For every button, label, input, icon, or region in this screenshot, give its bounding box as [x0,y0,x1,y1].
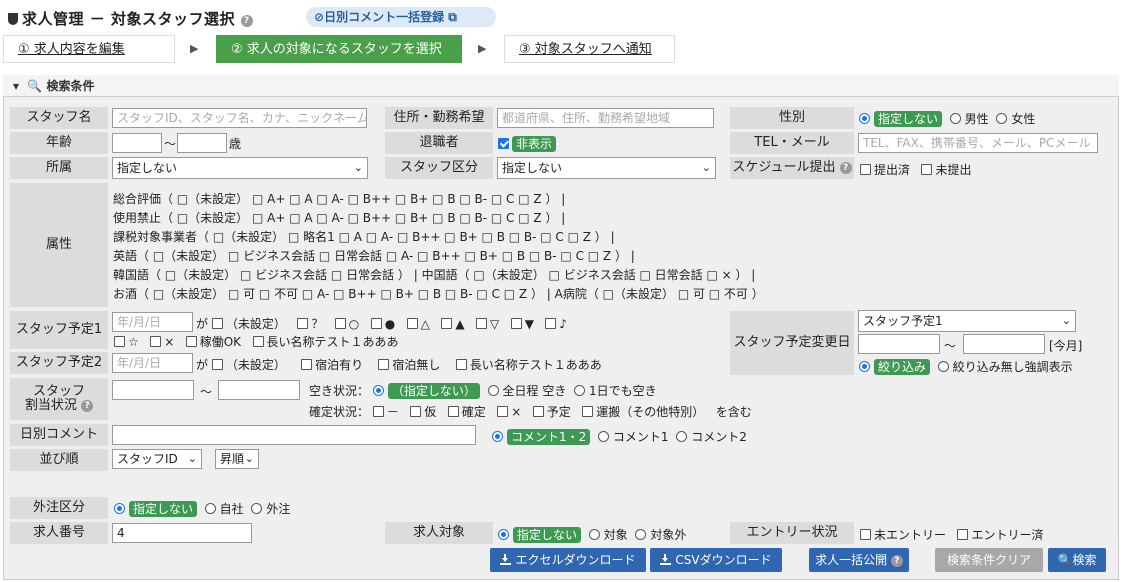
step-select-staff[interactable]: ② 求人の対象になるスタッフを選択 [216,35,462,63]
schedule-submitted-checkbox[interactable] [860,164,871,175]
help-icon: ? [890,555,903,567]
plan-change-select[interactable]: スタッフ予定1 ⌄ [858,310,1076,332]
vacancy-options: 空き状況： （指定しない） 全日程 空き 1日でも空き [309,383,657,399]
label-plan2: スタッフ予定2 [10,352,108,374]
this-month-link[interactable]: [今月] [1049,337,1082,354]
outsource-options: 指定しない 自社 外注 [114,500,290,517]
search-panel-header[interactable]: ▾ 🔍 検索条件 [3,75,1119,97]
job-no-input[interactable]: 4 [112,523,252,543]
tilde: 〜 [164,137,177,151]
comment-options: コメント1・2 コメント1 コメント2 [492,428,747,445]
chevron-down-icon: ⌄ [187,452,197,465]
chevron-down-icon: ⌄ [244,452,254,465]
download-icon [660,554,672,565]
gender-options: 指定しない 男性 女性 [859,110,1035,127]
label-affiliation: 所属 [10,157,108,179]
bulk-publish-button[interactable]: 求人一括公開 ? [809,548,909,572]
label-sort: 並び順 [10,449,108,471]
highlight-radio[interactable] [937,361,949,372]
step-arrow-icon: ▶ [478,42,487,55]
page-title: 求人管理 － 対象スタッフ選択 ? [8,8,253,29]
retired-checkbox[interactable]: 非表示 [498,135,557,152]
schedule-unsubmitted-checkbox[interactable] [921,164,933,175]
label-plan1: スタッフ予定1 [10,311,108,349]
address-input[interactable]: 都道府県、住所、勤務希望地域 [497,108,714,128]
check-icon [498,138,509,149]
help-icon[interactable]: ? [240,15,253,27]
sort-order-select[interactable]: 昇順 ⌄ [215,449,259,469]
attribute-checklist[interactable]: 総合評価（ □（未設定） □ A+ □ A □ A- □ B++ □ B+ □ … [113,190,764,304]
gender-any-radio[interactable] [859,113,870,124]
clear-conditions-button[interactable]: 検索条件クリア [935,548,1043,572]
plan1-date-input[interactable]: 年/月/日 [112,312,193,332]
gender-male-radio[interactable] [949,113,961,124]
plan2-date-input[interactable]: 年/月/日 [112,353,193,373]
affiliation-select[interactable]: 指定しない ⌄ [112,157,368,179]
job-target-options: 指定しない 対象 対象外 [498,526,686,543]
attr-row: 課税対象事業者（ □（未設定） □ 略名1 □ A □ A- □ B++ □ B… [113,230,615,244]
step-arrow-icon: ▶ [190,42,199,55]
plan2-options[interactable]: が （未設定） 宿泊有り 宿泊無し 長い名称テスト１あああ [196,356,602,373]
plan-change-to-input[interactable] [963,334,1045,354]
label-retired: 退職者 [385,132,493,154]
age-from-input[interactable] [112,133,162,153]
attr-row: 使用禁止（ □（未設定） □ A+ □ A □ A- □ B++ □ B+ □ … [113,211,566,225]
staff-name-input[interactable]: スタッフID、スタッフ名、カナ、ニックネーム [112,108,367,128]
entry-options: 未エントリー エントリー済 [860,526,1043,543]
label-outsource: 外注区分 [10,497,108,519]
label-address: 住所・勤務希望 [385,107,493,129]
label-attribute: 属性 [10,183,108,307]
filter-radio[interactable] [859,361,870,372]
confirm-options: 確定状況： － 仮 確定 × 予定 運搬（その他特別） を含む [309,405,752,419]
gender-female-radio[interactable] [996,113,1008,124]
label-assign: スタッフ 割当状況 ? [10,378,108,420]
plan-change-from-input[interactable] [858,334,940,354]
age-to-input[interactable] [177,133,227,153]
help-icon: ? [839,162,852,174]
chevron-down-icon: ⌄ [1061,314,1071,327]
bookmark-icon [8,13,18,25]
excel-download-button[interactable]: エクセルダウンロード [490,548,646,572]
label-staff-name: スタッフ名 [10,107,108,129]
daily-comment-input[interactable] [112,425,476,445]
label-plan-change: スタッフ予定変更日 [730,311,854,375]
attr-row: お酒（ □（未設定） □ 可 □ 不可 □ A- □ B++ □ B+ □ B … [113,287,764,301]
label-daily-comment: 日別コメント [10,424,108,446]
assign-to-input[interactable] [218,380,300,400]
label-job-no: 求人番号 [10,522,108,544]
chevron-down-icon: ⌄ [701,161,711,174]
search-button[interactable]: 🔍検索 [1048,548,1106,572]
label-staff-type: スタッフ区分 [385,157,493,179]
search-icon: 🔍 [27,79,43,93]
sort-field-select[interactable]: スタッフID ⌄ [112,449,202,469]
plan-change-mode: 絞り込み 絞り込み無し強調表示 [859,358,1073,375]
label-entry: エントリー状況 [730,522,854,544]
plan1-options-a[interactable]: が （未設定） ？ ○ ● △ ▲ ▽ ▼ ♪ [196,315,567,332]
label-age: 年齢 [10,132,108,154]
label-gender: 性別 [730,107,854,129]
csv-download-button[interactable]: CSVダウンロード [650,548,782,572]
schedule-options: 提出済 未提出 [860,161,971,178]
step-edit[interactable]: ① 求人内容を編集 [3,35,175,63]
assign-from-input[interactable] [112,380,194,400]
search-icon: 🔍 [1057,553,1073,567]
chevron-down-icon: ⌄ [353,161,363,174]
plan1-options-b[interactable]: ☆ × 稼働OK 長い名称テスト１あああ [114,333,399,350]
help-icon: ? [81,400,94,412]
step-notify[interactable]: ③ 対象スタッフへ通知 [504,35,675,63]
attr-row: 英語（ □（未設定） □ ビジネス会話 □ 日常会話 □ A- □ B++ □ … [113,249,635,263]
attr-row: 総合評価（ □（未設定） □ A+ □ A □ A- □ B++ □ B+ □ … [113,192,566,206]
open-external-icon: ⧉ [448,10,457,24]
tel-mail-input[interactable]: TEL、FAX、携帯番号、メール、PCメール [858,133,1098,153]
label-job-target: 求人対象 [385,522,493,544]
label-tel-mail: TEL・メール [730,132,854,154]
age-suffix: 歳 [229,137,242,151]
staff-type-select[interactable]: 指定しない ⌄ [497,157,716,179]
download-icon [500,554,512,565]
attr-row: 韓国語（ □（未設定） □ ビジネス会話 □ 日常会話 ） | 中国語（ □（未… [113,268,756,282]
bulk-comment-button[interactable]: ⊘日別コメント一括登録 ⧉ [306,7,496,27]
label-schedule: スケジュール提出 ? [730,157,854,179]
